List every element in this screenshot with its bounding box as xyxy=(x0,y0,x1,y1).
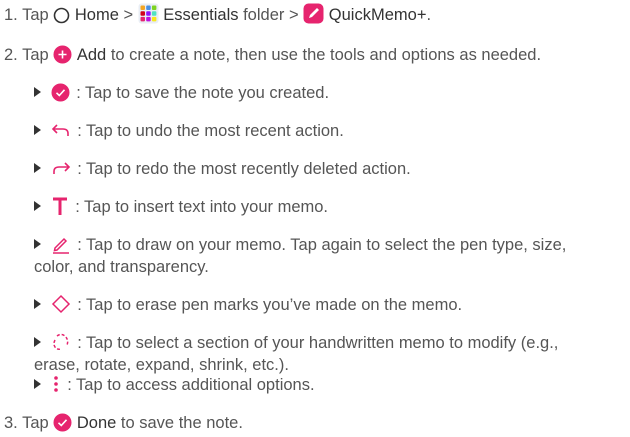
undo-arrow-icon xyxy=(51,122,71,140)
bullet-arrow xyxy=(34,299,41,309)
bullet-arrow xyxy=(34,337,41,347)
text-t-icon xyxy=(51,196,69,216)
step-2: 2. Tap Add to create a note, then use th… xyxy=(4,44,541,66)
checkmark-circle-icon xyxy=(51,83,70,102)
tool-description: : Tap to draw on your memo. Tap again to… xyxy=(77,236,567,254)
tool-item-pen: : Tap to draw on your memo. Tap again to… xyxy=(34,234,566,256)
essentials-label: Essentials xyxy=(163,6,239,24)
period: . xyxy=(426,6,432,24)
home-label: Home xyxy=(74,6,119,24)
redo-arrow-icon xyxy=(51,160,71,178)
tool-item-select: : Tap to select a section of your handwr… xyxy=(34,332,558,354)
more-options-icon xyxy=(51,374,61,394)
tool-item-undo: : Tap to undo the most recent action. xyxy=(34,120,344,142)
quickmemo-icon xyxy=(303,3,324,24)
tool-description: : Tap to undo the most recent action. xyxy=(77,122,344,140)
bullet-arrow xyxy=(34,239,41,249)
tool-description: : Tap to access additional options. xyxy=(67,376,315,394)
tool-item-text: : Tap to insert text into your memo. xyxy=(34,196,328,218)
eraser-icon xyxy=(51,294,71,314)
quickmemo-label: QuickMemo+ xyxy=(328,6,427,24)
bullet-arrow xyxy=(34,87,41,97)
bullet-arrow xyxy=(34,379,41,389)
circle-home-icon xyxy=(53,7,70,24)
tool-description-continued: color, and transparency. xyxy=(34,258,209,276)
bullet-arrow xyxy=(34,163,41,173)
tool-item-eraser: : Tap to erase pen marks you’ve made on … xyxy=(34,294,462,316)
tool-description: : Tap to redo the most recently deleted … xyxy=(77,160,411,178)
tool-description: : Tap to erase pen marks you’ve made on … xyxy=(77,296,463,314)
add-label: Add xyxy=(76,46,107,64)
step-3: 3. Tap Done to save the note. xyxy=(4,412,243,434)
bullet-arrow xyxy=(34,201,41,211)
checkmark-circle-icon xyxy=(53,413,72,432)
step-text: Tap xyxy=(22,6,49,24)
pen-icon xyxy=(51,234,71,254)
step-1: 1. Tap Home > Essentials folder > QuickM… xyxy=(4,3,431,26)
step-number: 1. xyxy=(4,6,18,24)
plus-circle-icon xyxy=(53,45,72,64)
tool-item-save: : Tap to save the note you created. xyxy=(34,82,329,104)
done-label: Done xyxy=(76,414,117,432)
tool-description-continued: erase, rotate, expand, shrink, etc.). xyxy=(34,356,289,374)
step-text: Tap xyxy=(22,414,49,432)
tool-description: : Tap to save the note you created. xyxy=(76,84,330,102)
folder-word: folder xyxy=(243,6,285,24)
tool-item-more: : Tap to access additional options. xyxy=(34,374,315,396)
separator: > xyxy=(288,6,299,24)
step-text-rest: to save the note. xyxy=(120,414,243,432)
step-number: 2. xyxy=(4,46,18,64)
tool-description: : Tap to select a section of your handwr… xyxy=(77,334,559,352)
tool-item-redo: : Tap to redo the most recently deleted … xyxy=(34,158,411,180)
tool-description: : Tap to insert text into your memo. xyxy=(75,198,328,216)
step-number: 3. xyxy=(4,414,18,432)
essentials-folder-icon xyxy=(138,3,159,24)
step-text-rest: to create a note, then use the tools and… xyxy=(110,46,542,64)
separator: > xyxy=(123,6,134,24)
bullet-arrow xyxy=(34,125,41,135)
step-text: Tap xyxy=(22,46,49,64)
lasso-select-icon xyxy=(51,332,71,352)
